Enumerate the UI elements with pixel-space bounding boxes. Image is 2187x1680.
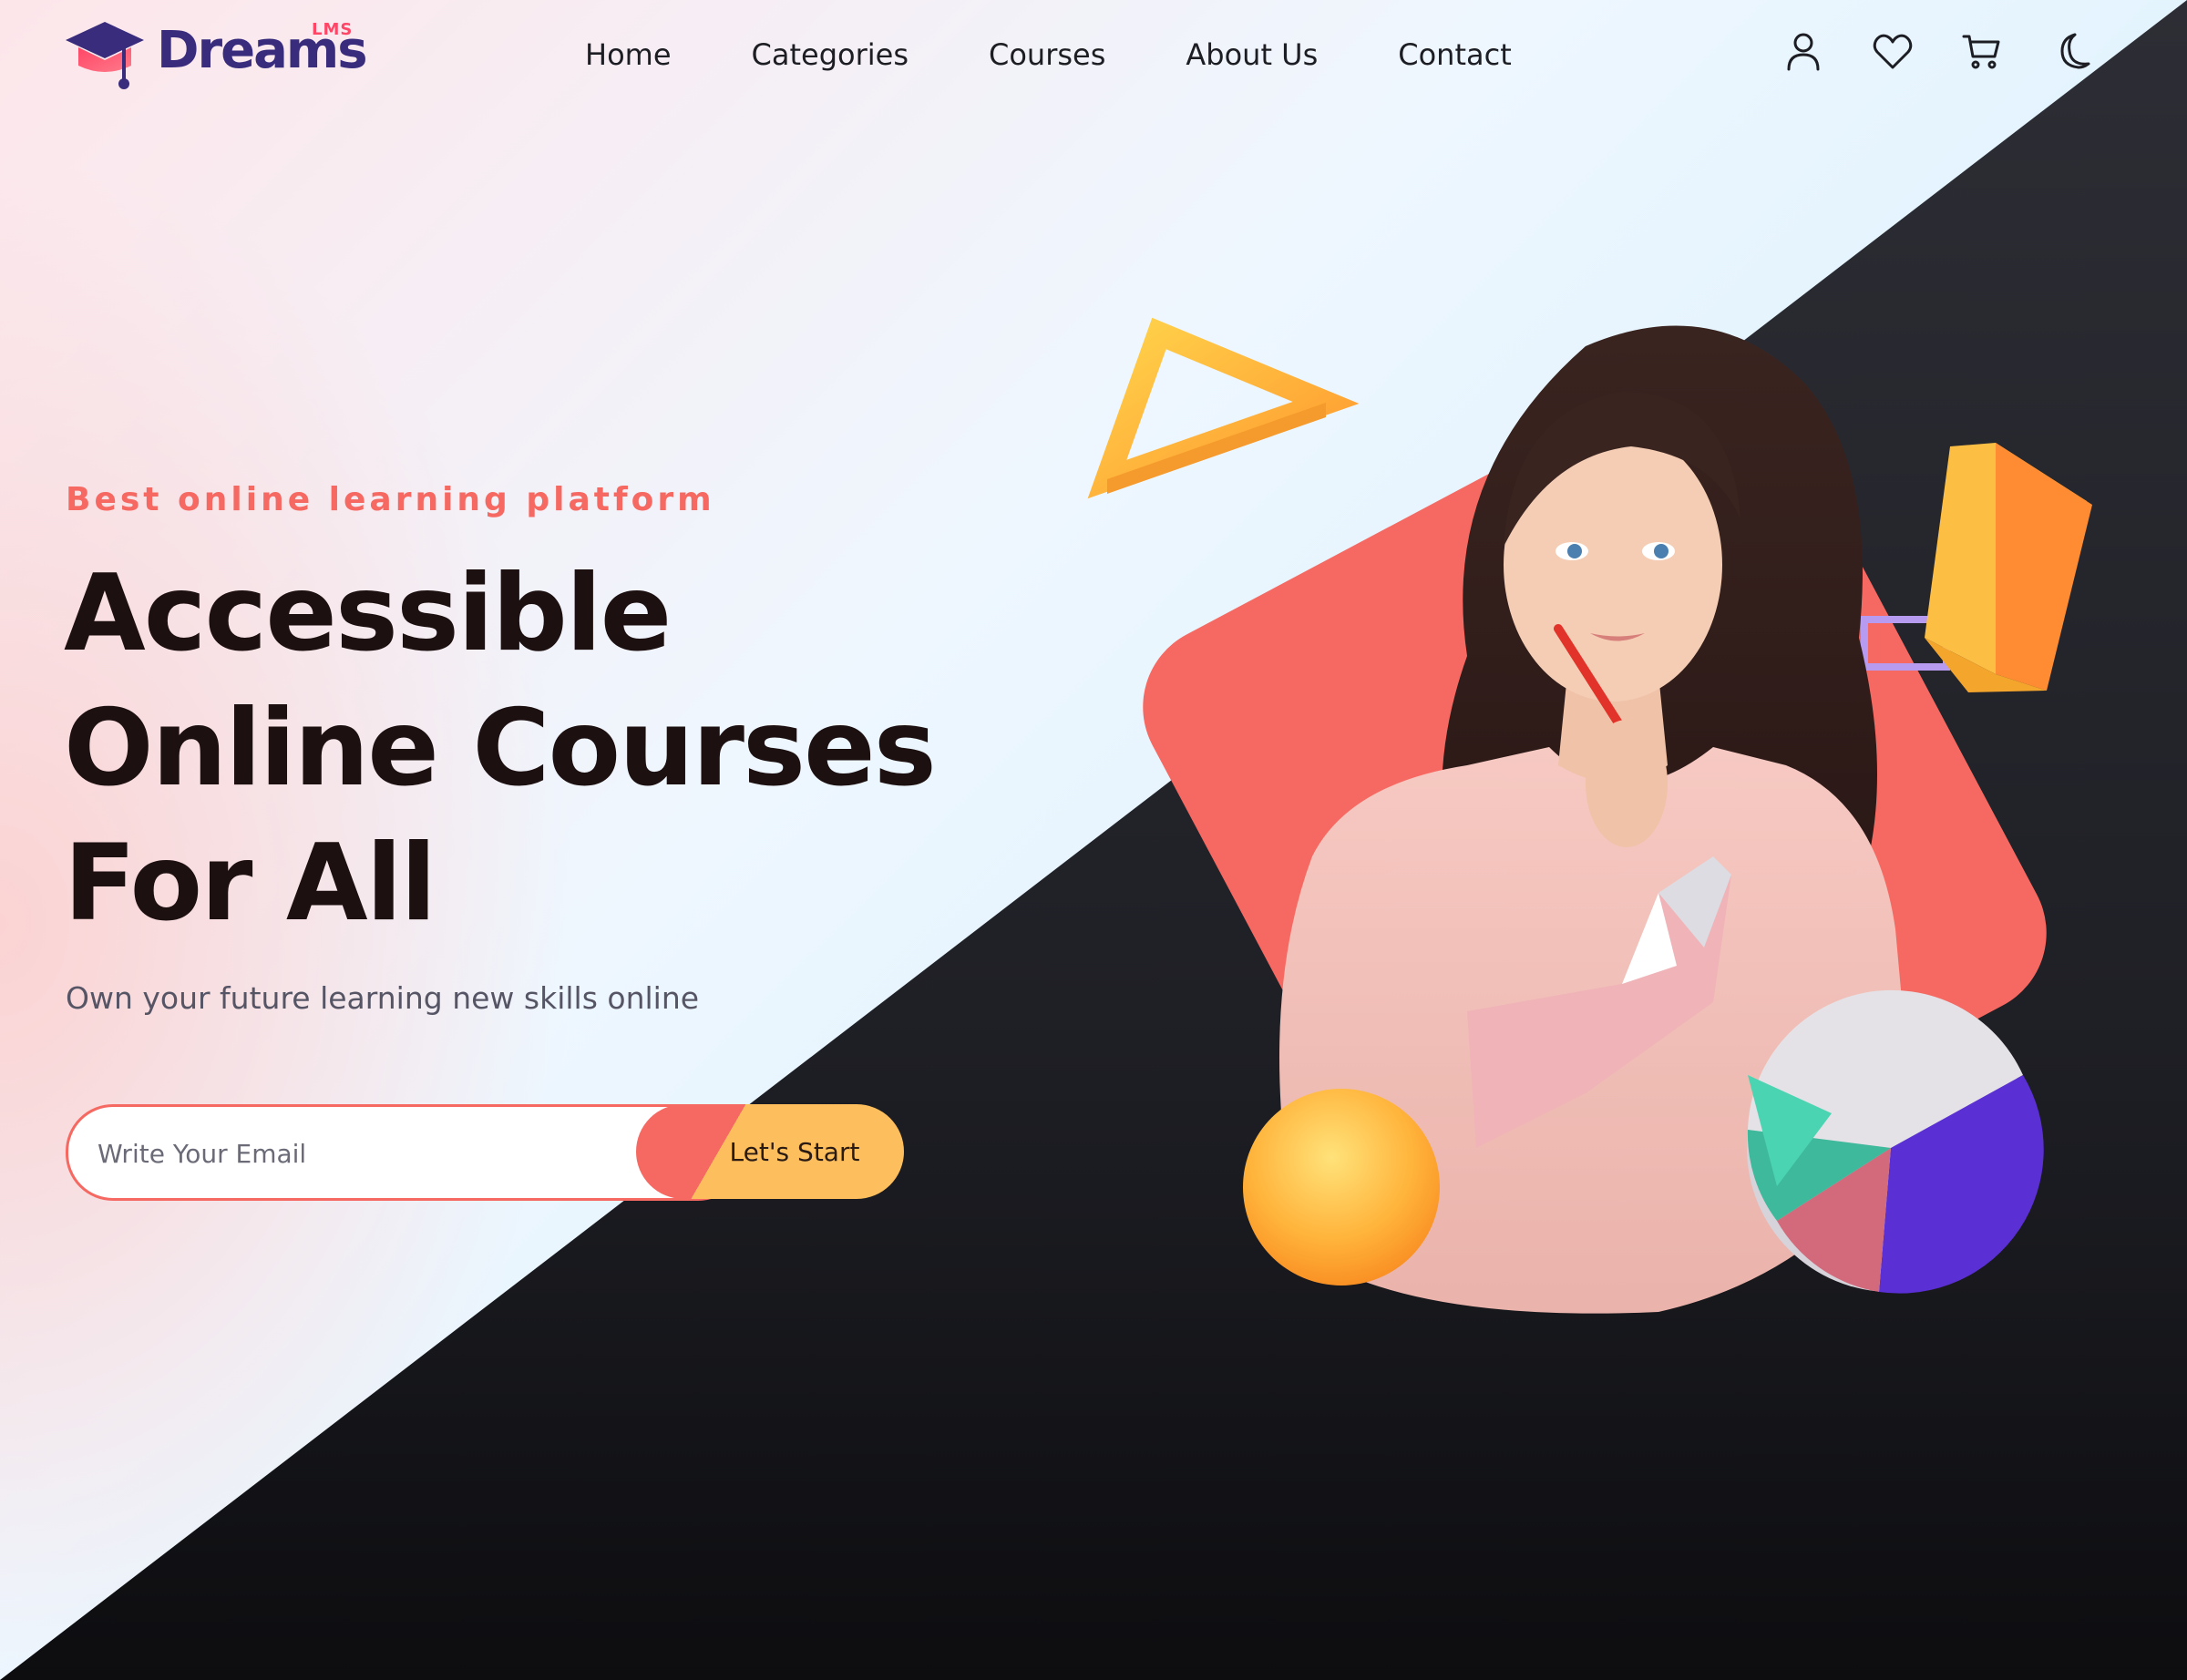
brand-logo[interactable]: Dreams LMS <box>64 16 374 89</box>
hero-subtitle: Own your future learning new skills onli… <box>66 980 700 1016</box>
headline-line-3: For All <box>64 822 436 945</box>
nav-courses[interactable]: Courses <box>989 35 1105 75</box>
triangle-shape <box>1087 317 1360 499</box>
email-input[interactable] <box>96 1107 664 1198</box>
user-icon[interactable] <box>1781 29 1825 73</box>
header-actions <box>1781 29 2093 73</box>
graduation-cap-icon <box>66 22 144 89</box>
cart-icon[interactable] <box>1960 29 2004 73</box>
heart-icon[interactable] <box>1871 29 1915 73</box>
nav-about-us[interactable]: About Us <box>1186 35 1318 75</box>
hero-tagline: Best online learning platform <box>66 481 715 518</box>
nav-categories[interactable]: Categories <box>752 35 909 75</box>
main-nav: Home Categories Courses About Us Contact <box>585 35 1512 75</box>
hero-illustration <box>1075 310 2151 1367</box>
email-signup-form: Let's Start <box>66 1104 904 1201</box>
moon-icon[interactable] <box>2049 29 2093 73</box>
site-header: Dreams LMS Home Categories Courses About… <box>0 0 2187 109</box>
nav-home[interactable]: Home <box>585 35 672 75</box>
brand-suffix: LMS <box>312 20 354 39</box>
lets-start-button[interactable]: Let's Start <box>636 1104 904 1199</box>
orange-sphere-shape <box>1243 1089 1440 1286</box>
pie-chart-decoration <box>1747 989 2044 1294</box>
hero-headline: Accessible Online Courses For All <box>64 547 1066 951</box>
yellow-block-shape <box>1925 443 2092 692</box>
headline-line-2: Online Courses <box>64 687 937 810</box>
nav-contact[interactable]: Contact <box>1398 35 1512 75</box>
headline-line-1: Accessible <box>64 552 672 675</box>
